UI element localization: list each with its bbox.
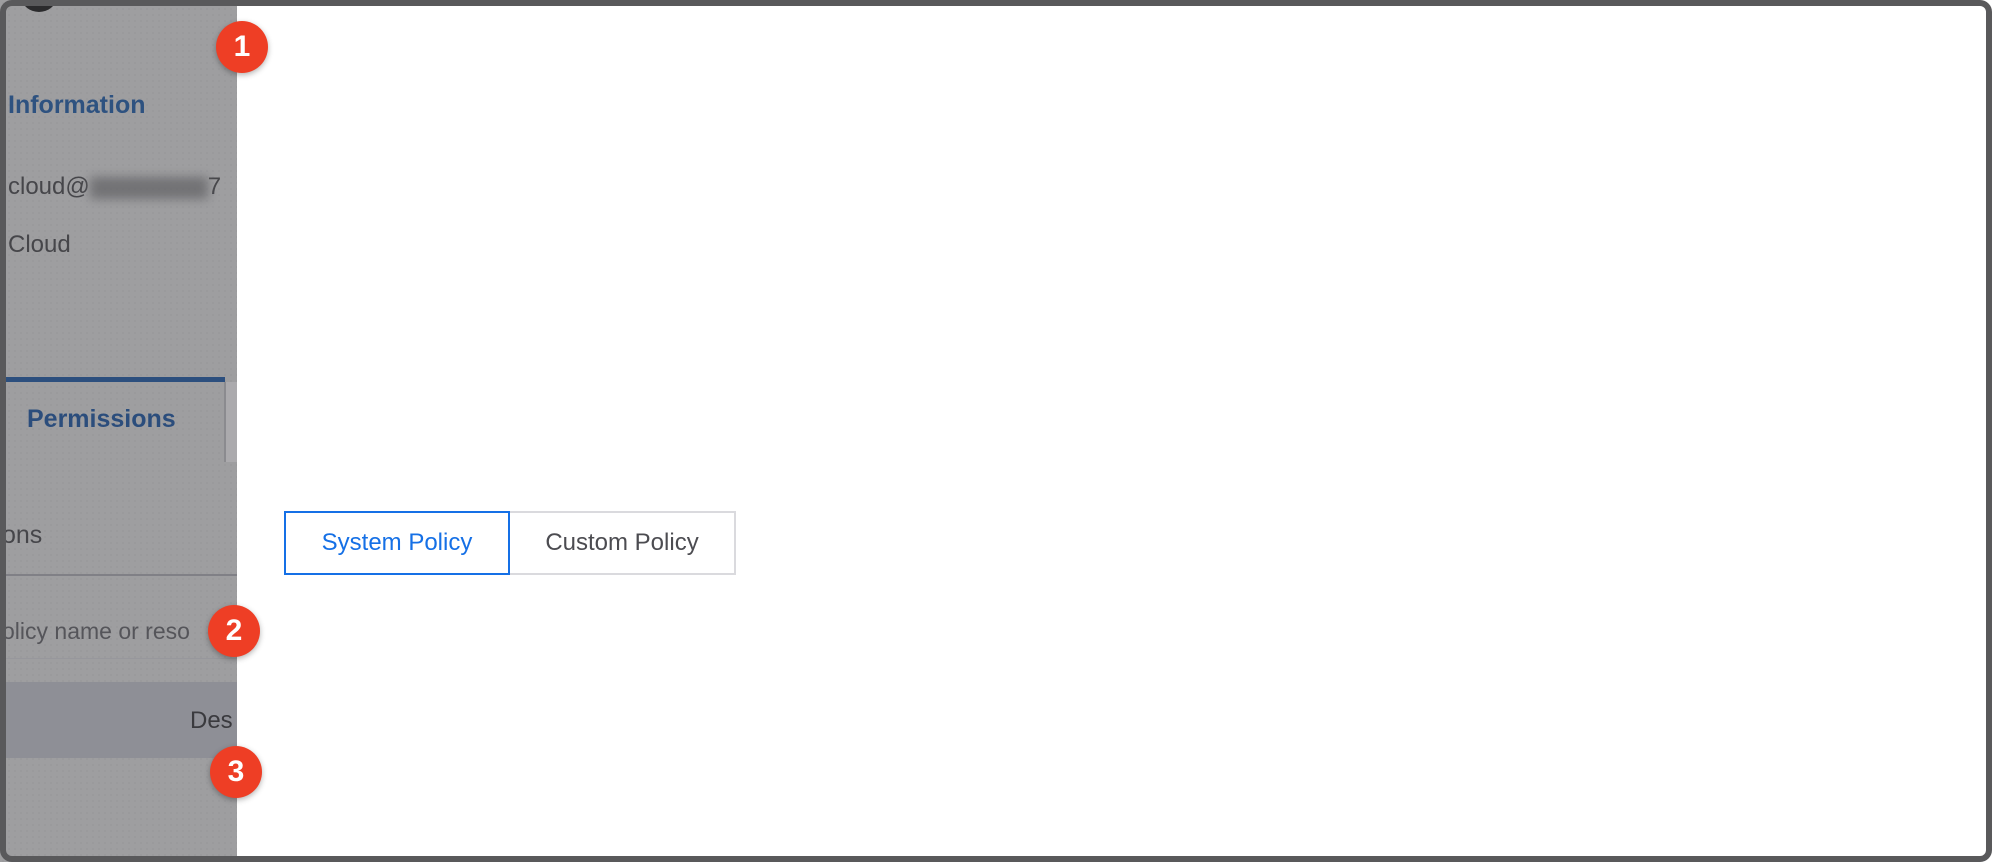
tab-custom-policy[interactable]: Custom Policy [508,511,736,575]
background-table-header: Des [0,682,237,758]
cloud-label: Cloud [8,228,71,262]
annotation-badge-3: 3 [210,746,262,798]
background-column-description: Des [190,704,233,738]
annotation-badge-2: 2 [208,605,260,657]
account-prefix: cloud@ [8,173,90,200]
account-id-text: cloud@ 7 [8,170,221,204]
grant-permission-drawer [237,0,1992,862]
adjacent-tab-edge [226,382,237,462]
background-search-placeholder: olicy name or reso [2,614,190,648]
sidebar-link-information: Information [8,88,146,122]
divider [0,574,237,576]
tab-system-policy[interactable]: System Policy [284,511,510,575]
account-suffix: 7 [208,173,221,200]
redacted-account-number [90,177,208,199]
annotation-badge-1: 1 [216,21,268,73]
partial-heading-text: ons [2,518,42,552]
active-tab-underline [0,377,225,382]
divider [0,658,237,659]
avatar [22,0,56,12]
tab-permissions: Permissions [27,402,176,436]
dimmed-background-page: Information cloud@ 7 Cloud Permissions on… [0,0,237,862]
